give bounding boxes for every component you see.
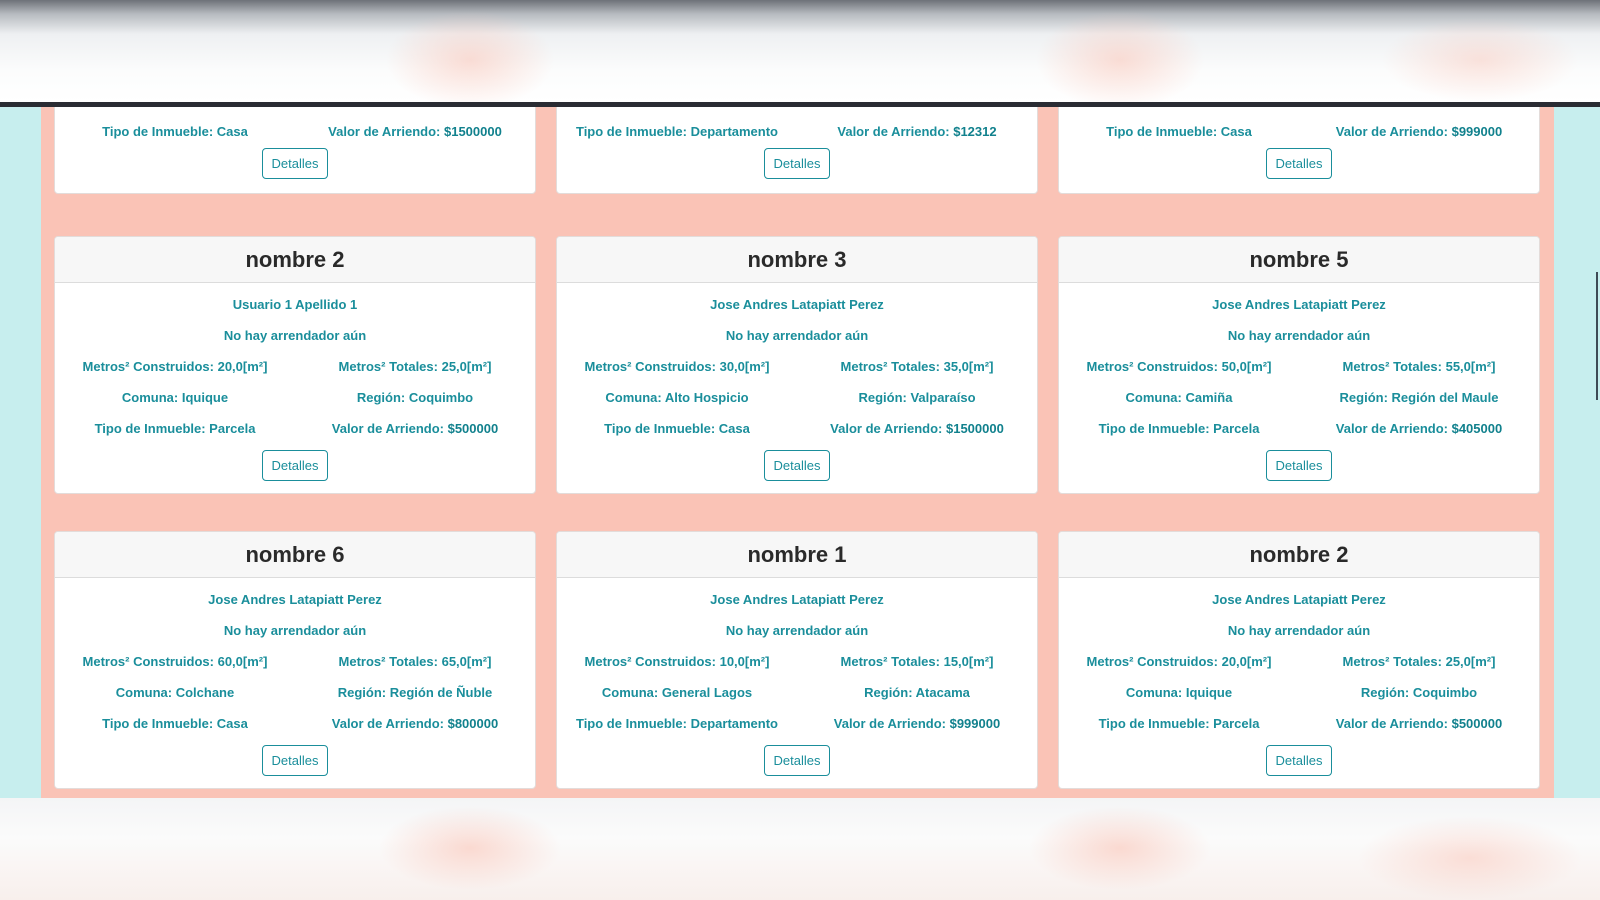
card-header: nombre 2 <box>55 237 535 283</box>
tipo-inmueble: Tipo de Inmueble: Departamento <box>575 716 779 731</box>
tenant-status: No hay arrendador aún <box>1227 328 1371 343</box>
tenant-status: No hay arrendador aún <box>223 623 367 638</box>
owner-name: Jose Andres Latapiatt Perez <box>208 592 382 607</box>
property-card: nombre 3 Jose Andres Latapiatt Perez No … <box>556 236 1038 494</box>
detalles-button[interactable]: Detalles <box>763 450 831 481</box>
comuna: Comuna: Iquique <box>1125 685 1233 700</box>
comuna: Comuna: Alto Hospicio <box>605 390 749 405</box>
blurred-bottom-area <box>0 798 1600 900</box>
tipo-inmueble: Tipo de Inmueble: Parcela <box>1098 716 1260 731</box>
tipo-inmueble: Tipo de Inmueble: Parcela <box>1098 421 1260 436</box>
region: Región: Coquimbo <box>1360 685 1478 700</box>
property-card-partial: Tipo de Inmueble: Departamento Valor de … <box>556 107 1038 194</box>
metros-construidos: Metros² Construidos: 60,0[m²] <box>82 654 268 669</box>
valor-value: $12312 <box>953 123 997 139</box>
property-title: nombre 1 <box>747 541 847 567</box>
card-header: nombre 3 <box>557 237 1037 283</box>
metros-construidos: Metros² Construidos: 10,0[m²] <box>584 654 770 669</box>
tenant-status: No hay arrendador aún <box>1227 623 1371 638</box>
metros-totales: Metros² Totales: 25,0[m²] <box>1342 654 1496 669</box>
detalles-button[interactable]: Detalles <box>1265 450 1333 481</box>
detalles-button[interactable]: Detalles <box>261 450 329 481</box>
region: Región: Valparaíso <box>858 390 976 405</box>
valor-arriendo: Valor de Arriendo: $999000 <box>833 716 1001 731</box>
tipo-value: Casa <box>1220 123 1252 139</box>
metros-totales: Metros² Totales: 25,0[m²] <box>338 359 492 374</box>
property-title: nombre 2 <box>1249 541 1349 567</box>
card-header: nombre 1 <box>557 532 1037 578</box>
properties-panel: Tipo de Inmueble: Casa Valor de Arriendo… <box>41 107 1554 798</box>
tenant-status: No hay arrendador aún <box>725 623 869 638</box>
detalles-button[interactable]: Detalles <box>261 745 329 776</box>
property-card: nombre 6 Jose Andres Latapiatt Perez No … <box>54 531 536 789</box>
owner-name: Jose Andres Latapiatt Perez <box>1212 592 1386 607</box>
detalles-button[interactable]: Detalles <box>763 745 831 776</box>
region: Región: Región de Ñuble <box>337 685 493 700</box>
tipo-inmueble: Tipo de Inmueble: Parcela <box>94 421 256 436</box>
comuna: Comuna: Camiña <box>1125 390 1233 405</box>
property-card-partial: Tipo de Inmueble: Casa Valor de Arriendo… <box>1058 107 1540 194</box>
metros-construidos: Metros² Construidos: 20,0[m²] <box>82 359 268 374</box>
region: Región: Coquimbo <box>356 390 474 405</box>
page-background-right <box>1554 107 1600 798</box>
metros-totales: Metros² Totales: 15,0[m²] <box>840 654 994 669</box>
tipo-inmueble: Tipo de Inmueble: Casa <box>102 716 248 731</box>
metros-totales: Metros² Totales: 55,0[m²] <box>1342 359 1496 374</box>
detalles-button[interactable]: Detalles <box>1265 148 1333 179</box>
valor-arriendo: Valor de Arriendo: $500000 <box>331 421 499 436</box>
card-header: nombre 6 <box>55 532 535 578</box>
region: Región: Atacama <box>864 685 970 700</box>
metros-totales: Metros² Totales: 65,0[m²] <box>338 654 492 669</box>
valor-value: $1500000 <box>443 123 502 139</box>
owner-name: Usuario 1 Apellido 1 <box>232 297 358 312</box>
property-card: nombre 1 Jose Andres Latapiatt Perez No … <box>556 531 1038 789</box>
property-card-partial: Tipo de Inmueble: Casa Valor de Arriendo… <box>54 107 536 194</box>
comuna: Comuna: General Lagos <box>601 685 753 700</box>
card-header: nombre 2 <box>1059 532 1539 578</box>
property-title: nombre 2 <box>245 246 345 272</box>
property-card: nombre 2 Usuario 1 Apellido 1 No hay arr… <box>54 236 536 494</box>
scrollbar-thumb[interactable] <box>1596 272 1598 400</box>
owner-name: Jose Andres Latapiatt Perez <box>1212 297 1386 312</box>
tipo-value: Casa <box>216 123 248 139</box>
comuna: Comuna: Colchane <box>115 685 235 700</box>
owner-name: Jose Andres Latapiatt Perez <box>710 297 884 312</box>
valor-arriendo: Valor de Arriendo: $500000 <box>1335 716 1503 731</box>
property-card: nombre 2 Jose Andres Latapiatt Perez No … <box>1058 531 1540 789</box>
metros-totales: Metros² Totales: 35,0[m²] <box>840 359 994 374</box>
property-title: nombre 3 <box>747 246 847 272</box>
property-title: nombre 6 <box>245 541 345 567</box>
tipo-value: Departamento <box>690 123 779 139</box>
page-background-left <box>0 107 41 798</box>
detalles-button[interactable]: Detalles <box>1265 745 1333 776</box>
metros-construidos: Metros² Construidos: 20,0[m²] <box>1086 654 1272 669</box>
region: Región: Región del Maule <box>1339 390 1499 405</box>
metros-construidos: Metros² Construidos: 30,0[m²] <box>584 359 770 374</box>
valor-arriendo: Valor de Arriendo: $405000 <box>1335 421 1503 436</box>
owner-name: Jose Andres Latapiatt Perez <box>710 592 884 607</box>
tenant-status: No hay arrendador aún <box>725 328 869 343</box>
tipo-inmueble: Tipo de Inmueble: Casa <box>604 421 750 436</box>
detalles-button[interactable]: Detalles <box>763 148 831 179</box>
detalles-button[interactable]: Detalles <box>261 148 329 179</box>
comuna: Comuna: Iquique <box>121 390 229 405</box>
valor-arriendo: Valor de Arriendo: $1500000 <box>830 421 1004 436</box>
metros-construidos: Metros² Construidos: 50,0[m²] <box>1086 359 1272 374</box>
property-title: nombre 5 <box>1249 246 1349 272</box>
tenant-status: No hay arrendador aún <box>223 328 367 343</box>
valor-value: $999000 <box>1451 123 1503 139</box>
card-header: nombre 5 <box>1059 237 1539 283</box>
property-card: nombre 5 Jose Andres Latapiatt Perez No … <box>1058 236 1540 494</box>
valor-arriendo: Valor de Arriendo: $800000 <box>331 716 499 731</box>
blurred-top-area <box>0 0 1600 102</box>
